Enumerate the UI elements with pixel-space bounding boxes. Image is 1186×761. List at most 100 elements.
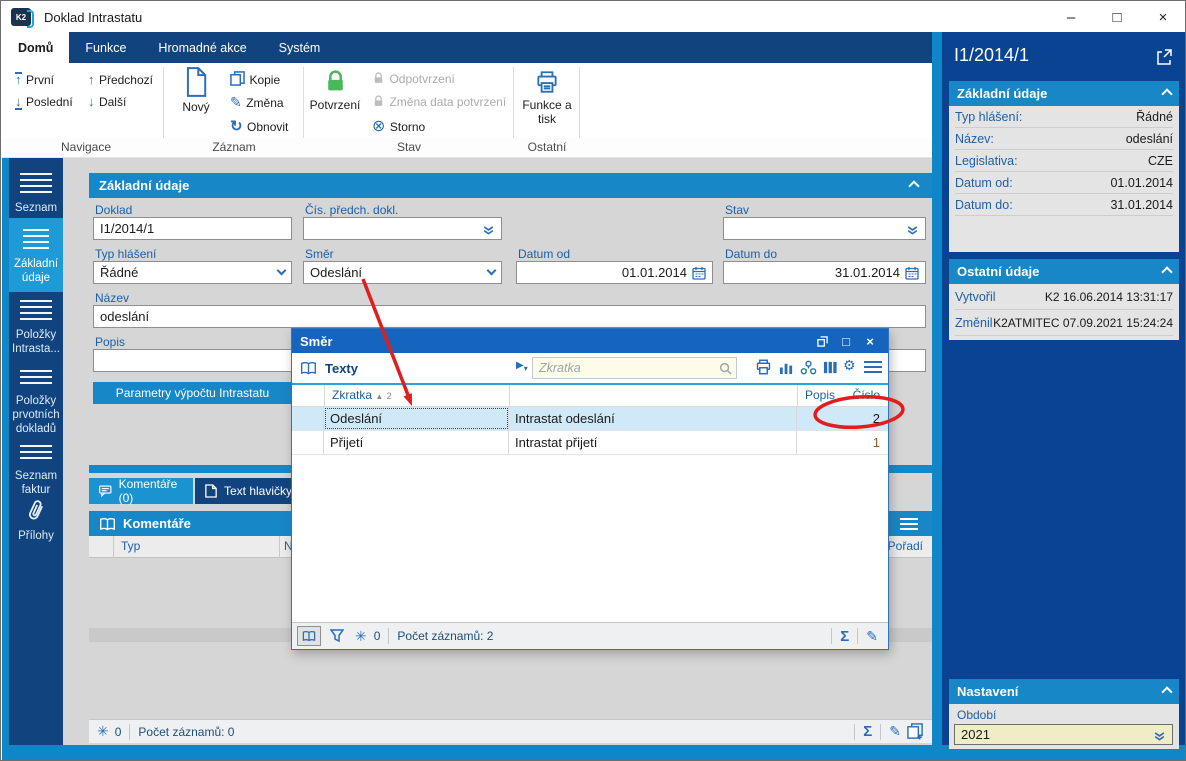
change-button[interactable]: ✎ Změna	[230, 94, 284, 112]
nazev-field[interactable]: odeslání	[93, 305, 926, 328]
doklad-field[interactable]: I1/2014/1	[93, 217, 292, 240]
info-row: Typ hlášení: Řádné	[955, 106, 1173, 128]
collapse-section-icon[interactable]	[908, 179, 920, 192]
new-document-icon	[186, 67, 207, 97]
popup-maximize-button[interactable]: □	[836, 332, 856, 350]
search-icon[interactable]	[719, 362, 732, 375]
first-button[interactable]: ↑ První	[15, 71, 54, 89]
restore-icon	[816, 335, 828, 347]
previous-button[interactable]: ↑ Předchozí	[88, 71, 153, 89]
intrastat-params-button[interactable]: Parametry výpočtu Intrastatu	[93, 382, 292, 404]
menu-icon[interactable]	[900, 517, 918, 530]
datum-do-field[interactable]: 31.01.2014	[723, 261, 926, 284]
new-button[interactable]: Nový	[172, 67, 220, 114]
frozen-rows-icon[interactable]: ✳	[97, 723, 109, 740]
typ-hlaseni-combo[interactable]: Řádné	[93, 261, 292, 284]
basic-section-header: Základní údaje	[949, 81, 1179, 106]
title-bar[interactable]: K2 Doklad Intrastatu – □ ×	[2, 2, 1185, 32]
next-button[interactable]: ↓ Další	[88, 93, 126, 111]
close-button[interactable]: ×	[1140, 2, 1185, 32]
maximize-button[interactable]: □	[1094, 2, 1140, 32]
collapse-section-icon[interactable]	[1161, 265, 1173, 278]
panel-splitter[interactable]	[932, 32, 942, 745]
sidebar-item-polozky-prvotnich-dokladu[interactable]: Položky prvotních dokladů	[9, 364, 63, 438]
tab-domu[interactable]: Domů	[2, 32, 70, 63]
sidebar-item-zakladni-udaje[interactable]: Základní údaje	[9, 218, 63, 292]
book-icon	[301, 362, 316, 375]
preview-panel: I1/2014/1 Základní údaje Typ hlášení: Řád…	[942, 32, 1185, 749]
ribbon-group-captions: Navigace Záznam Stav Ostatní	[2, 138, 932, 158]
chart-icon[interactable]	[779, 360, 794, 375]
sum-icon[interactable]: Σ	[863, 723, 872, 740]
window-title: Doklad Intrastatu	[44, 9, 143, 25]
sidebar-item-seznam[interactable]: Seznam	[9, 164, 63, 218]
col-popis[interactable]: Popis	[805, 388, 835, 402]
popup-close-button[interactable]: ×	[860, 332, 880, 350]
gear-icon[interactable]: ⚙	[843, 357, 856, 374]
restore-button[interactable]	[812, 332, 832, 350]
col-cislo[interactable]: Číslo	[853, 388, 880, 402]
smer-combo[interactable]: Odeslání	[303, 261, 502, 284]
print-icon[interactable]	[754, 358, 773, 376]
tab-funkce[interactable]: Funkce	[69, 32, 142, 63]
doklad-label: Doklad	[95, 203, 133, 217]
copy-add-icon[interactable]	[907, 723, 924, 740]
play-icon[interactable]: ▶▾	[516, 360, 528, 373]
minimize-button[interactable]: –	[1048, 2, 1094, 32]
edit-icon[interactable]: ✎	[889, 723, 901, 740]
popup-title-bar[interactable]: Směr □ ×	[292, 329, 888, 353]
lookup-chevrons-icon[interactable]	[906, 222, 919, 235]
calendar-icon[interactable]	[905, 266, 919, 280]
search-box	[532, 357, 737, 379]
cis-predch-field[interactable]	[303, 217, 502, 240]
col-zkratka[interactable]: Zkratka ▲ 2	[332, 388, 392, 402]
nazev-label: Název	[95, 291, 130, 305]
period-field[interactable]: 2021	[954, 724, 1173, 745]
copy-button[interactable]: Kopie	[230, 71, 280, 89]
maximize-icon: □	[842, 333, 850, 349]
copy-icon	[230, 71, 245, 86]
col-typ[interactable]: Typ	[121, 539, 140, 553]
calendar-icon[interactable]	[692, 266, 706, 280]
last-button[interactable]: ↓ Poslední	[15, 93, 73, 111]
datum-od-field[interactable]: 01.01.2014	[516, 261, 713, 284]
sidebar-item-prilohy[interactable]: Přílohy	[9, 493, 63, 549]
confirm-button[interactable]: Potvrzení	[307, 69, 363, 112]
columns-icon[interactable]	[823, 360, 838, 375]
chevron-down-icon[interactable]	[486, 265, 497, 276]
col-poradi[interactable]: Pořadí	[888, 539, 923, 553]
refresh-button[interactable]: ↻ Obnovit	[230, 117, 288, 136]
filter-icon[interactable]	[330, 629, 344, 643]
previous-icon: ↑	[88, 72, 95, 87]
tab-system[interactable]: Systém	[263, 32, 337, 63]
menu-icon[interactable]	[864, 361, 882, 374]
tab-komentare[interactable]: Komentáře (0)	[89, 477, 193, 505]
cancel-button[interactable]: ⊗ Storno	[372, 116, 425, 136]
sidebar-item-seznam-faktur[interactable]: Seznam faktur	[9, 438, 63, 493]
lookup-chevrons-icon[interactable]	[1153, 728, 1166, 741]
stav-field[interactable]	[723, 217, 926, 240]
book-icon	[100, 517, 115, 530]
collapse-section-icon[interactable]	[1161, 685, 1173, 698]
popis-label: Popis	[95, 335, 126, 349]
search-input[interactable]	[537, 360, 719, 376]
info-row: Název: odeslání	[955, 128, 1173, 150]
tab-hromadne-akce[interactable]: Hromadné akce	[142, 32, 262, 63]
table-row[interactable]: Přijetí Intrastat přijetí 1	[292, 431, 888, 455]
frozen-rows-icon[interactable]: ✳	[355, 628, 367, 645]
lookup-chevrons-icon[interactable]	[482, 222, 495, 235]
view-name[interactable]: Texty	[325, 361, 358, 376]
settings-section-body: Období 2021	[949, 704, 1179, 749]
app-window: K2 Doklad Intrastatu – □ × Domů Funkce H…	[0, 0, 1186, 761]
sum-icon[interactable]: Σ	[840, 628, 849, 645]
collapse-section-icon[interactable]	[1161, 87, 1173, 100]
datum-od-label: Datum od	[518, 247, 571, 261]
chevron-down-icon[interactable]	[276, 265, 287, 276]
book-view-button[interactable]	[297, 626, 321, 646]
edit-icon[interactable]: ✎	[866, 628, 878, 645]
open-external-icon[interactable]	[1156, 49, 1172, 65]
workflow-icon[interactable]	[800, 360, 817, 375]
functions-print-button[interactable]: Funkce a tisk	[518, 69, 576, 126]
table-row[interactable]: Odeslání Intrastat odeslání 2	[292, 407, 888, 431]
sidebar-item-polozky-intrastatu[interactable]: Položky Intrasta...	[9, 292, 63, 364]
